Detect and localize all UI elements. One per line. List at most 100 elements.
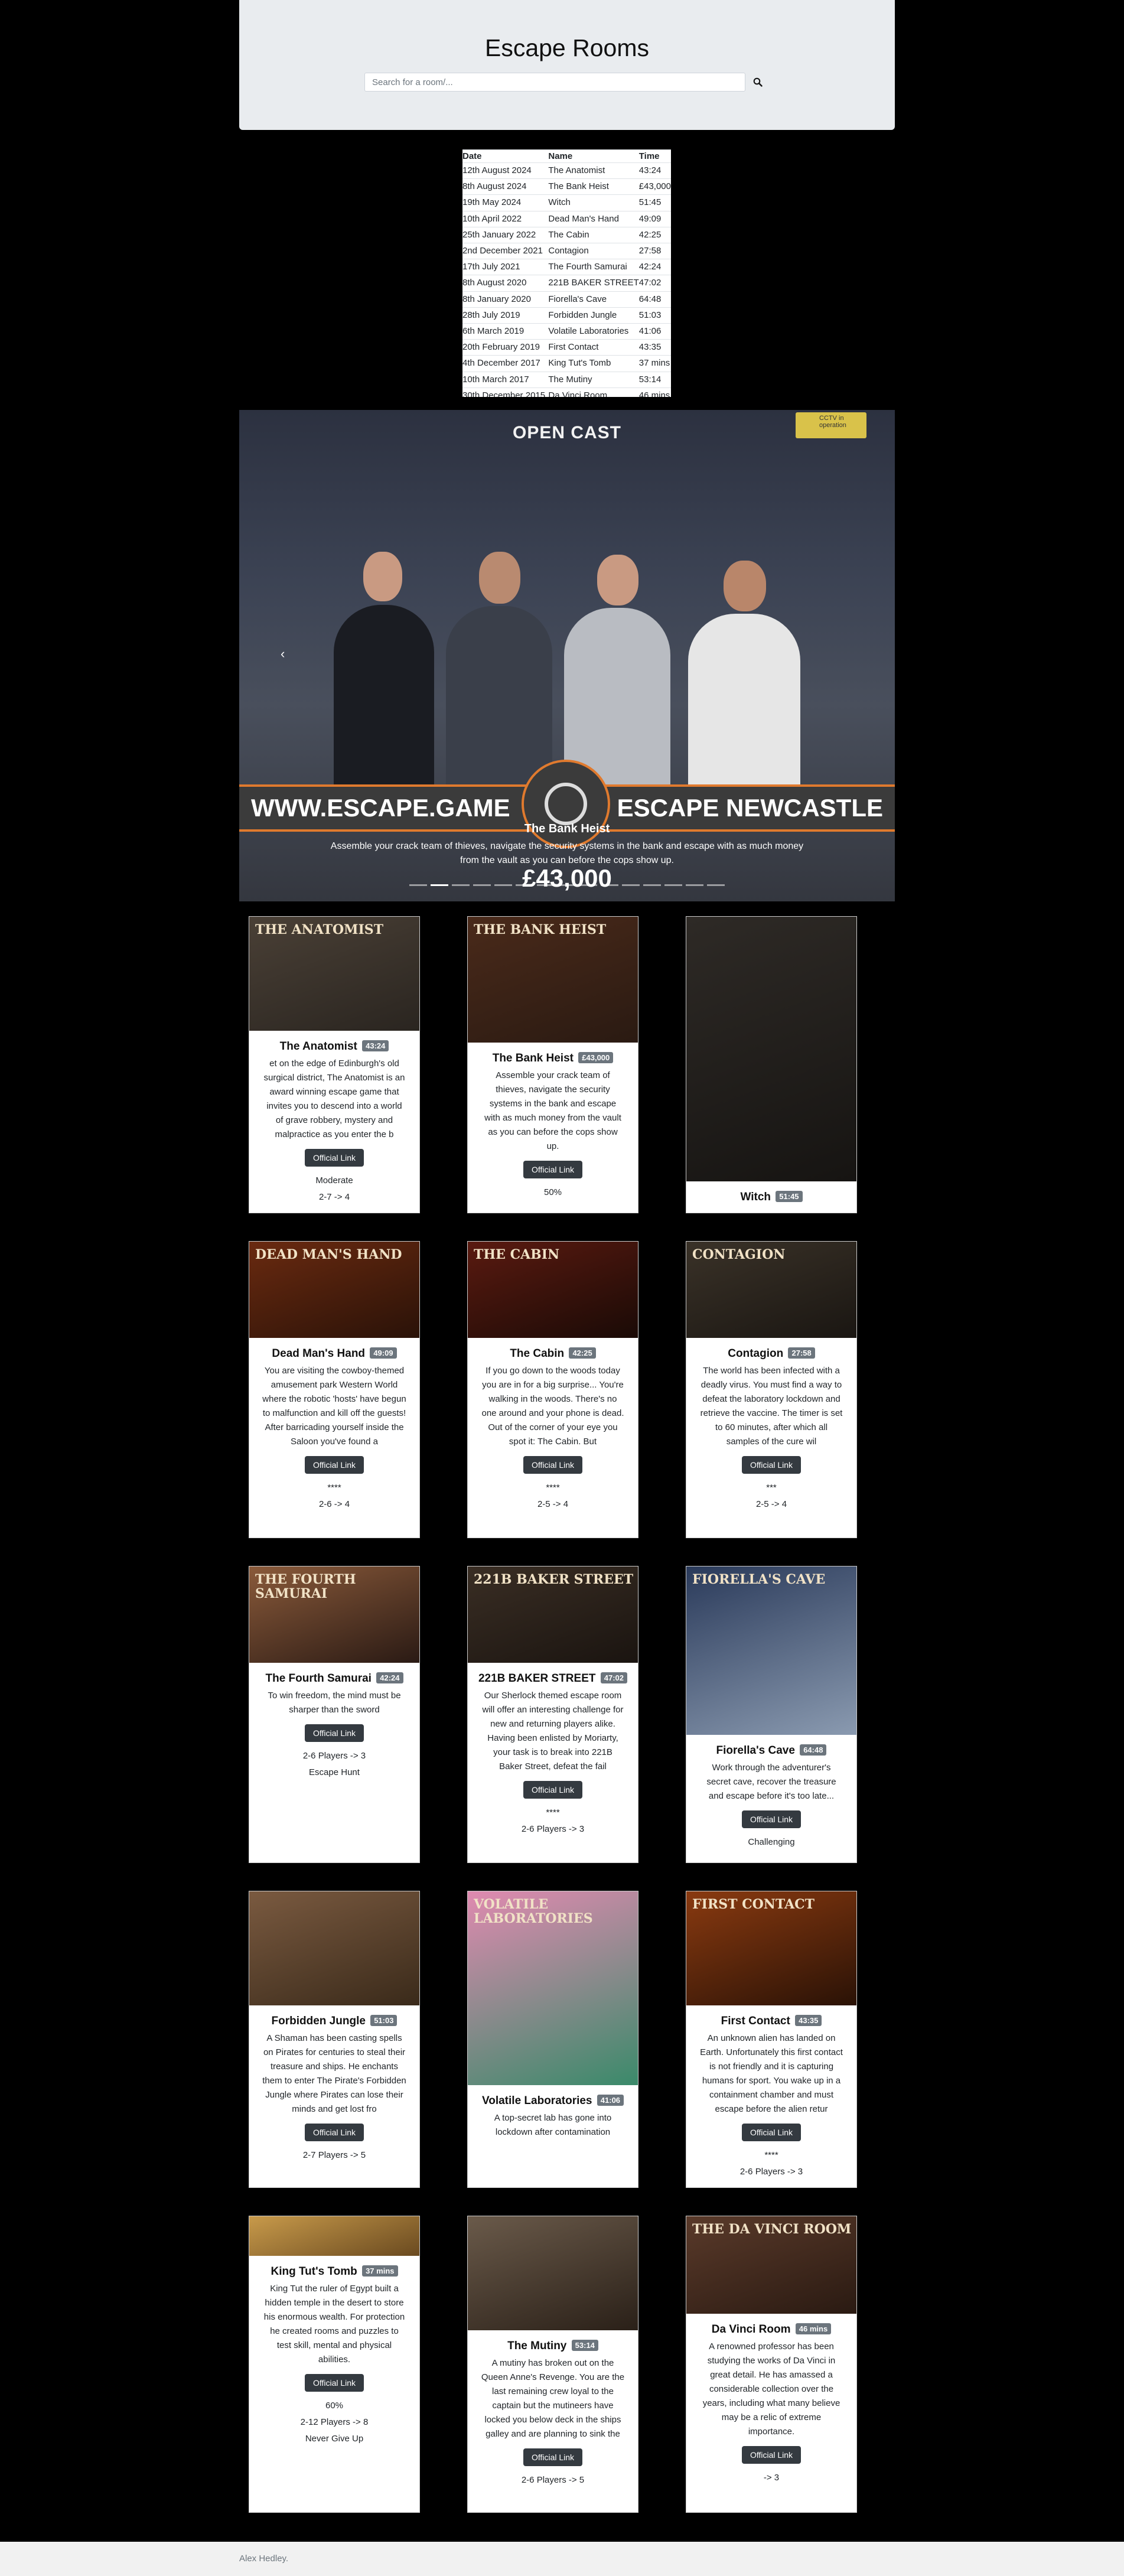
records-cell-name: Dead Man's Hand <box>548 210 639 227</box>
room-title: Contagion 27:58 <box>691 1347 852 1360</box>
records-cell-time: 51:03 <box>638 307 671 324</box>
records-cell-name: Da Vinci Room <box>548 387 639 397</box>
carousel-indicator[interactable] <box>558 884 576 886</box>
records-cell-name: The Bank Heist <box>548 178 639 195</box>
room-name: Fiorella's Cave <box>716 1744 795 1757</box>
records-cell-name: The Fourth Samurai <box>548 259 639 275</box>
room-meta: 2-6 Players -> 5 <box>521 2475 585 2485</box>
official-link-button[interactable]: Official Link <box>304 1149 364 1167</box>
room-name: First Contact <box>721 2015 790 2027</box>
records-cell-date: 4th December 2017 <box>462 355 549 372</box>
room-title: Da Vinci Room 46 mins <box>691 2323 852 2336</box>
room-description: A renowned professor has been studying t… <box>702 2341 840 2437</box>
room-name: Volatile Laboratories <box>481 2095 592 2107</box>
room-card: THE FOURTH SAMURAI The Fourth Samurai 42:… <box>249 1566 420 1863</box>
room-meta: Escape Hunt <box>309 1767 360 1777</box>
room-image-text: 221B BAKER STREET <box>474 1572 634 1587</box>
carousel-indicator[interactable] <box>452 884 470 886</box>
official-link-button[interactable]: Official Link <box>304 1724 364 1742</box>
official-link-button[interactable]: Official Link <box>523 2448 583 2466</box>
records-cell-time: 43:35 <box>638 339 671 356</box>
room-name: Dead Man's Hand <box>272 1347 366 1360</box>
carousel-indicator[interactable] <box>494 884 512 886</box>
room-image-text: VOLATILE LABORATORIES <box>474 1897 593 1927</box>
carousel-indicator[interactable] <box>579 884 597 886</box>
room-meta: **** <box>546 1483 560 1493</box>
column-header-date: Date <box>462 149 549 163</box>
room-image: 221B BAKER STREET <box>468 1567 638 1663</box>
carousel-indicator[interactable] <box>431 884 448 886</box>
room-image: THE ANATOMIST <box>249 917 419 1031</box>
carousel-indicator[interactable] <box>601 884 618 886</box>
official-link-button[interactable]: Official Link <box>741 1810 802 1828</box>
official-link-button[interactable]: Official Link <box>523 1161 583 1178</box>
official-link-button[interactable]: Official Link <box>523 1781 583 1799</box>
carousel-indicator[interactable] <box>516 884 533 886</box>
carousel-indicator[interactable] <box>664 884 682 886</box>
records-cell-date: 10th April 2022 <box>462 210 549 227</box>
records-row: 17th July 2021 The Fourth Samurai 42:24 <box>462 259 671 275</box>
room-image-text: FIRST CONTACT <box>692 1897 815 1912</box>
records-cell-name: Contagion <box>548 243 639 259</box>
records-cell-name: First Contact <box>548 339 639 356</box>
room-card: THE ANATOMIST The Anatomist 43:24 et on th… <box>249 916 420 1213</box>
official-link-button[interactable]: Official Link <box>741 2124 802 2141</box>
room-title: The Bank Heist £43,000 <box>473 1052 633 1065</box>
room-name: The Anatomist <box>279 1040 357 1053</box>
room-time-badge: 43:35 <box>795 2015 822 2026</box>
official-link-button[interactable]: Official Link <box>741 1456 802 1474</box>
carousel[interactable]: OPEN CAST CCTV in operation WWW.ESCAPE.G… <box>239 410 895 901</box>
room-time-badge: 27:58 <box>788 1347 815 1359</box>
room-title: The Mutiny 53:14 <box>473 2340 633 2353</box>
room-card: THE CABIN The Cabin 42:25 If you go down t… <box>467 1241 638 1538</box>
room-card: Witch 51:45 <box>686 916 857 1213</box>
room-meta: 2-12 Players -> 8 <box>300 2417 369 2427</box>
carousel-indicator[interactable] <box>622 884 640 886</box>
records-cell-name: Volatile Laboratories <box>548 323 639 340</box>
room-time-badge: 64:48 <box>800 1744 827 1756</box>
official-link-button[interactable]: Official Link <box>304 2374 364 2392</box>
official-link-button[interactable]: Official Link <box>523 1456 583 1474</box>
room-image <box>249 2216 419 2256</box>
room-description: King Tut the ruler of Egypt built a hidd… <box>263 2284 405 2365</box>
room-card: CONTAGION Contagion 27:58 The world has be… <box>686 1241 857 1538</box>
room-image-text: THE CABIN <box>474 1247 560 1262</box>
records-cell-time: 51:45 <box>638 194 671 211</box>
room-meta: 2-6 Players -> 3 <box>302 1751 366 1761</box>
group-photo <box>310 493 812 800</box>
room-image: DEAD MAN'S HAND <box>249 1242 419 1338</box>
search-input[interactable] <box>364 73 745 92</box>
room-name: The Fourth Samurai <box>265 1672 372 1685</box>
records-cell-date: 6th March 2019 <box>462 323 549 340</box>
room-image: THE FOURTH SAMURAI <box>249 1567 419 1663</box>
room-meta: 2-5 -> 4 <box>537 1499 569 1509</box>
footer-text: Alex Hedley. <box>239 2554 289 2564</box>
records-row: 2nd December 2021 Contagion 27:58 <box>462 243 671 259</box>
room-title: Dead Man's Hand 49:09 <box>254 1347 415 1360</box>
records-cell-time: 42:24 <box>638 259 671 275</box>
records-cell-time: 42:25 <box>638 226 671 243</box>
room-meta: **** <box>764 2150 778 2160</box>
room-name: The Mutiny <box>507 2340 567 2352</box>
search-button[interactable] <box>748 73 768 91</box>
room-image: FIRST CONTACT <box>686 1891 856 2005</box>
carousel-indicator[interactable] <box>409 884 427 886</box>
records-cell-name: Forbidden Jungle <box>548 307 639 324</box>
banner-website: WWW.ESCAPE.GAME <box>251 794 510 822</box>
official-link-button[interactable]: Official Link <box>741 2446 802 2464</box>
room-card: THE BANK HEIST The Bank Heist £43,000 Asse… <box>467 916 638 1213</box>
room-time-badge: £43,000 <box>578 1052 614 1063</box>
records-cell-name: King Tut's Tomb <box>548 355 639 372</box>
room-name: 221B BAKER STREET <box>478 1672 596 1685</box>
carousel-prev-button[interactable]: ‹ <box>281 646 285 662</box>
room-image: CONTAGION <box>686 1242 856 1338</box>
carousel-indicator[interactable] <box>707 884 725 886</box>
official-link-button[interactable]: Official Link <box>304 2124 364 2141</box>
carousel-indicator[interactable] <box>537 884 555 886</box>
carousel-indicator[interactable] <box>473 884 491 886</box>
room-time-badge: 49:09 <box>370 1347 397 1359</box>
carousel-indicator[interactable] <box>643 884 661 886</box>
records-cell-date: 20th February 2019 <box>462 339 549 356</box>
official-link-button[interactable]: Official Link <box>304 1456 364 1474</box>
carousel-indicator[interactable] <box>686 884 703 886</box>
